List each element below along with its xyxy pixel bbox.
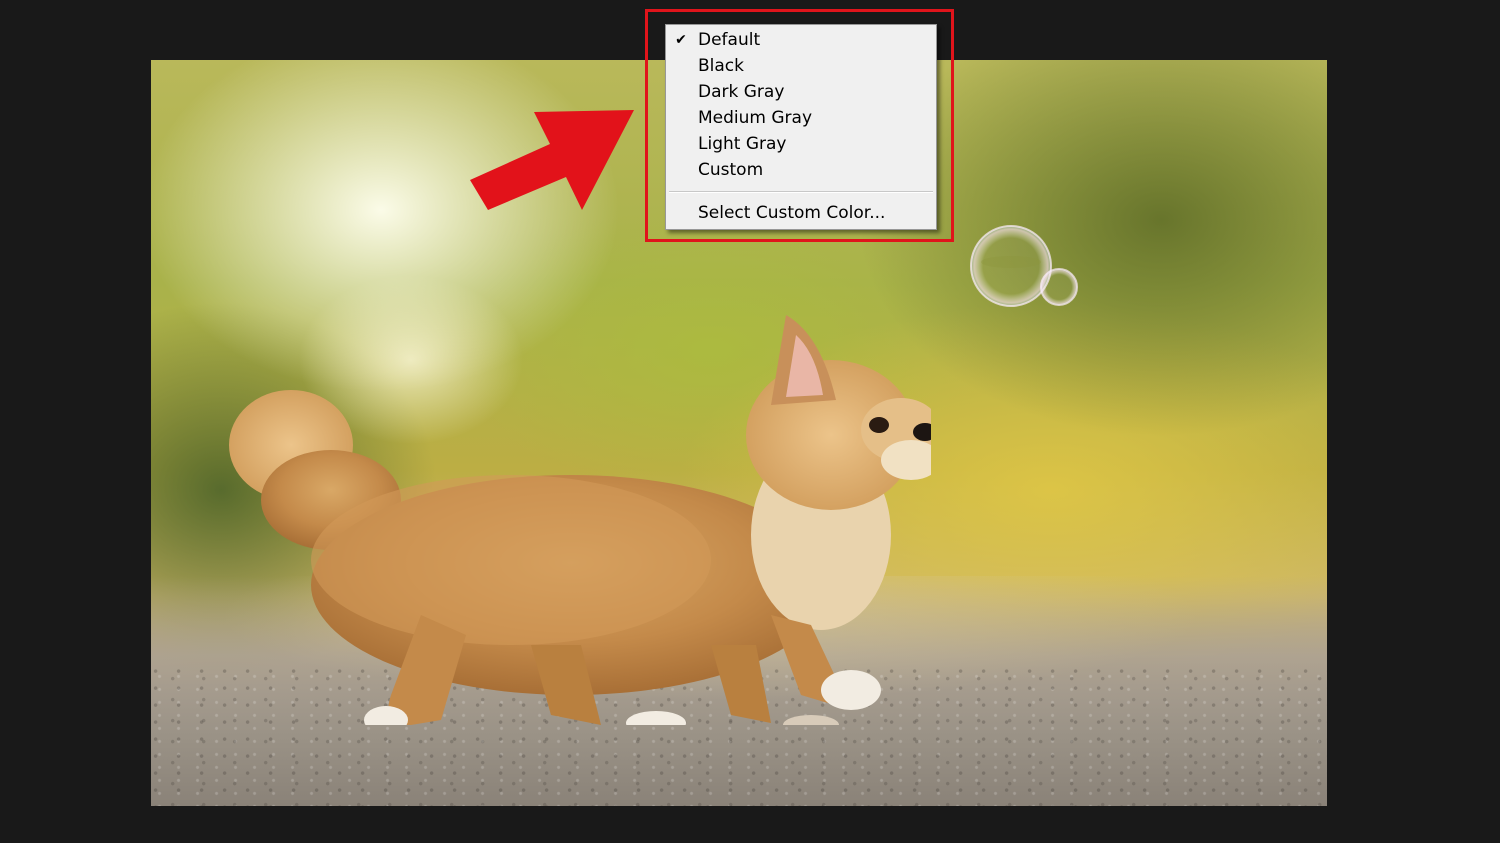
menu-item-label: Light Gray bbox=[698, 134, 787, 154]
menu-item-label: Default bbox=[698, 30, 761, 50]
menu-item-label: Medium Gray bbox=[698, 108, 813, 128]
menu-item-select-custom-color[interactable]: Select Custom Color... bbox=[666, 200, 936, 226]
menu-item-default[interactable]: ✔ Default bbox=[666, 27, 936, 53]
menu-separator bbox=[669, 191, 933, 193]
menu-item-label: Black bbox=[698, 56, 744, 76]
menu-item-label: Dark Gray bbox=[698, 82, 785, 102]
check-icon: ✔ bbox=[675, 32, 687, 48]
canvas-color-context-menu: ✔ Default Black Dark Gray Medium Gray Li… bbox=[665, 24, 937, 230]
arrow-pointer-icon bbox=[470, 110, 634, 210]
menu-item-label: Select Custom Color... bbox=[698, 203, 886, 223]
menu-item-black[interactable]: Black bbox=[666, 53, 936, 79]
corgi-puppy-illustration bbox=[229, 315, 931, 725]
menu-item-light-gray[interactable]: Light Gray bbox=[666, 131, 936, 157]
photoshop-canvas-area: ✔ Default Black Dark Gray Medium Gray Li… bbox=[0, 0, 1500, 843]
menu-item-dark-gray[interactable]: Dark Gray bbox=[666, 79, 936, 105]
menu-item-label: Custom bbox=[698, 160, 764, 180]
menu-item-custom[interactable]: Custom bbox=[666, 157, 936, 183]
menu-item-medium-gray[interactable]: Medium Gray bbox=[666, 105, 936, 131]
soap-bubbles-illustration bbox=[970, 225, 1078, 307]
